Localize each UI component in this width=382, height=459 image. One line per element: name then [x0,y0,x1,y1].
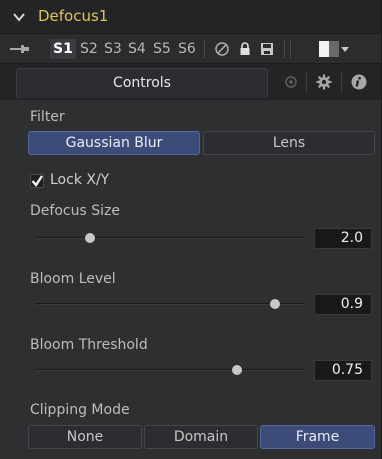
version-toolbar: S1 S2 S3 S4 S5 S6 [0,34,382,64]
version-s6-button[interactable]: S6 [178,39,196,59]
inspector-panel: Defocus1 S1 S2 S3 S4 S5 S6 Controls Filt… [0,0,382,459]
toolbar-divider [284,40,285,58]
lock-icon[interactable] [237,41,253,57]
version-s5-button[interactable]: S5 [153,39,171,59]
defocus-size-slider-track[interactable] [36,237,304,239]
chevron-down-icon[interactable] [341,47,349,52]
bloom-level-value[interactable]: 0.9 [314,294,372,315]
circle-slash-icon[interactable] [214,41,230,57]
clipping-none-button[interactable]: None [28,425,142,449]
bloom-threshold-label: Bloom Threshold [30,337,148,353]
node-icon[interactable] [282,73,300,91]
defocus-size-label: Defocus Size [30,203,120,219]
tab-bar: Controls [0,64,382,100]
chevron-down-icon[interactable] [12,10,26,24]
filter-label: Filter [30,109,65,125]
info-icon[interactable] [350,73,368,91]
tab-divider [306,72,307,92]
bloom-threshold-slider-handle[interactable] [232,365,242,375]
pin-icon[interactable] [9,43,31,55]
version-s1-button[interactable]: S1 [50,39,76,59]
clipping-mode-label: Clipping Mode [30,402,130,418]
version-s3-button[interactable]: S3 [104,39,122,59]
tool-title: Defocus1 [38,7,109,25]
version-s4-button[interactable]: S4 [128,39,146,59]
defocus-size-slider-handle[interactable] [84,233,95,243]
bloom-threshold-value[interactable]: 0.75 [314,360,372,381]
defocus-size-value[interactable]: 2.0 [314,228,372,249]
save-icon[interactable] [259,41,275,57]
tab-divider [341,72,342,92]
clipping-frame-button[interactable]: Frame [260,425,375,449]
color-swatch-icon[interactable] [319,41,339,57]
bloom-level-label: Bloom Level [30,271,116,287]
filter-gaussian-blur-button[interactable]: Gaussian Blur [28,131,200,155]
lock-xy-label: Lock X/Y [50,172,110,188]
bloom-level-slider-handle[interactable] [269,299,280,309]
lock-xy-checkbox[interactable] [30,174,44,188]
tool-header[interactable]: Defocus1 [0,0,382,34]
filter-lens-button[interactable]: Lens [203,131,375,155]
tab-controls[interactable]: Controls [16,68,268,98]
toolbar-divider [290,40,291,58]
version-s2-button[interactable]: S2 [80,39,98,59]
bloom-level-slider-track[interactable] [36,303,304,305]
gear-icon[interactable] [315,73,333,91]
bloom-threshold-slider-track[interactable] [36,369,304,371]
clipping-domain-button[interactable]: Domain [144,425,258,449]
toolbar-divider [204,40,205,58]
